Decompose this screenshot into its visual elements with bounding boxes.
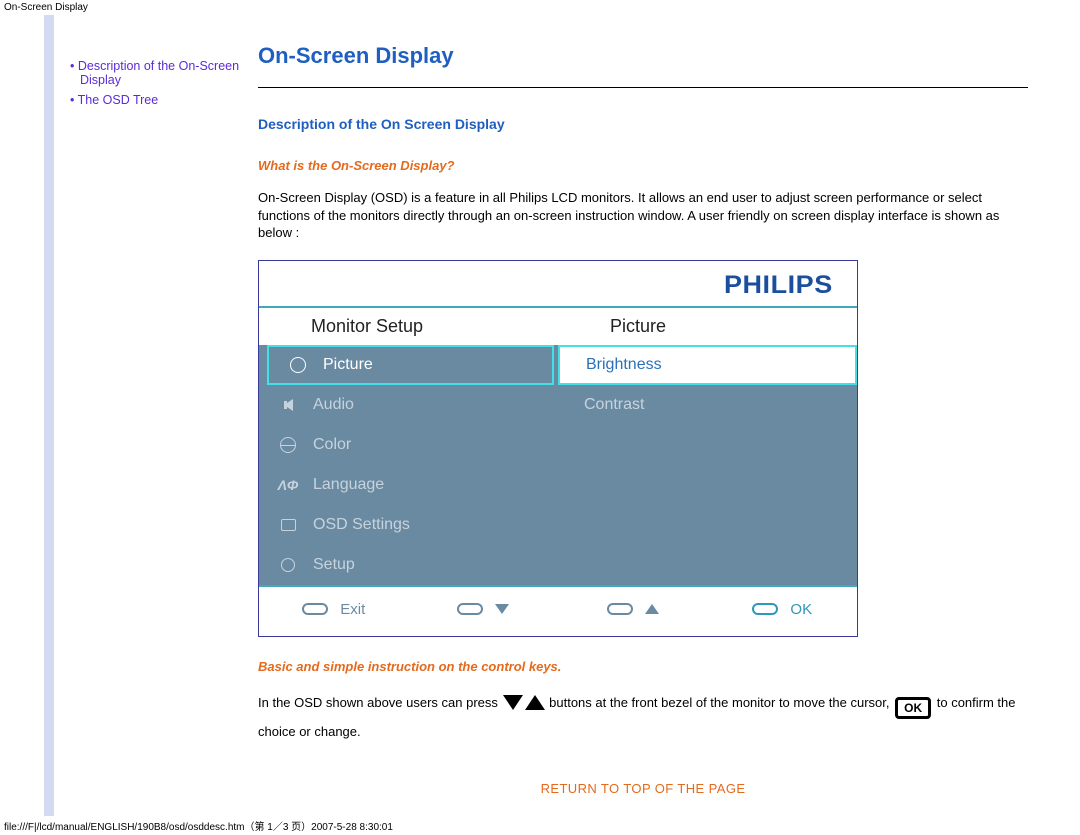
- main-content: On-Screen Display Description of the On …: [254, 15, 1068, 816]
- osd-left-header: Monitor Setup: [259, 308, 558, 345]
- osd-item-label: Picture: [323, 356, 373, 374]
- osd-footer-ok: OK: [708, 601, 858, 618]
- osd-footer-down: [409, 601, 559, 618]
- triangle-up-icon: [645, 604, 659, 614]
- instruction-subheading: Basic and simple instruction on the cont…: [258, 659, 1028, 674]
- return-to-top-link[interactable]: RETURN TO TOP OF THE PAGE: [541, 781, 746, 796]
- osd-left-item-audio: Audio: [259, 385, 558, 425]
- osd-right-item-empty: [558, 465, 857, 505]
- osd-right-item-empty: [558, 505, 857, 545]
- osd-left-item-setup: Setup: [259, 545, 558, 585]
- triangle-up-icon: [525, 695, 545, 710]
- triangle-down-icon: [503, 695, 523, 710]
- osd-footer-exit: Exit: [259, 601, 409, 618]
- osd-footer-label: OK: [790, 601, 812, 618]
- section-heading: Description of the On Screen Display: [258, 116, 1028, 132]
- osd-right-item-brightness: Brightness: [558, 345, 857, 385]
- instruction-paragraph: In the OSD shown above users can press b…: [258, 690, 1028, 745]
- ok-button-icon: OK: [895, 697, 931, 719]
- triangle-down-icon: [495, 604, 509, 614]
- title-divider: [258, 87, 1028, 88]
- osd-left-item-picture: Picture: [267, 345, 554, 385]
- sidebar-link-description[interactable]: Description of the On-Screen Display: [78, 59, 239, 87]
- instr-text: buttons at the front bezel of the monito…: [549, 695, 893, 710]
- oval-button-icon: [457, 603, 483, 615]
- rect-icon: [273, 519, 303, 531]
- osd-right-header: Picture: [558, 308, 857, 345]
- page-header-text: On-Screen Display: [0, 0, 1080, 15]
- osd-footer-up: [558, 601, 708, 618]
- oval-button-icon: [752, 603, 778, 615]
- osd-item-label: Color: [313, 436, 351, 454]
- osd-right-item-empty: [558, 425, 857, 465]
- globe-icon: [273, 437, 303, 453]
- osd-left-item-osd-settings: OSD Settings: [259, 505, 558, 545]
- osd-item-label: OSD Settings: [313, 516, 410, 534]
- osd-right-item-empty: [558, 545, 857, 585]
- sun-icon: [283, 357, 313, 373]
- osd-item-label: Contrast: [584, 396, 644, 414]
- osd-item-label: Setup: [313, 556, 355, 574]
- sidebar-nav: Description of the On-Screen Display The…: [54, 15, 254, 816]
- oval-button-icon: [302, 603, 328, 615]
- osd-item-label: Audio: [313, 396, 354, 414]
- instr-text: In the OSD shown above users can press: [258, 695, 502, 710]
- sidebar-link-osd-tree[interactable]: The OSD Tree: [78, 93, 159, 107]
- osd-left-item-color: Color: [259, 425, 558, 465]
- footer-file-path: file:///F|/lcd/manual/ENGLISH/190B8/osd/…: [0, 816, 1080, 835]
- gear-icon: [273, 558, 303, 572]
- question-subheading: What is the On-Screen Display?: [258, 158, 1028, 173]
- language-icon: ɅΦ: [273, 477, 303, 493]
- osd-right-item-contrast: Contrast: [558, 385, 857, 425]
- oval-button-icon: [607, 603, 633, 615]
- osd-footer-label: Exit: [340, 601, 365, 618]
- osd-item-label: Brightness: [586, 356, 662, 374]
- speaker-icon: [273, 399, 303, 411]
- osd-item-label: Language: [313, 476, 384, 494]
- intro-paragraph: On-Screen Display (OSD) is a feature in …: [258, 189, 1028, 242]
- osd-left-item-language: ɅΦ Language: [259, 465, 558, 505]
- page-title: On-Screen Display: [258, 43, 1028, 69]
- osd-screenshot: PHILIPS Monitor Setup Picture Audio: [258, 260, 858, 637]
- page-frame: Description of the On-Screen Display The…: [44, 15, 1068, 816]
- philips-logo: PHILIPS: [724, 271, 833, 300]
